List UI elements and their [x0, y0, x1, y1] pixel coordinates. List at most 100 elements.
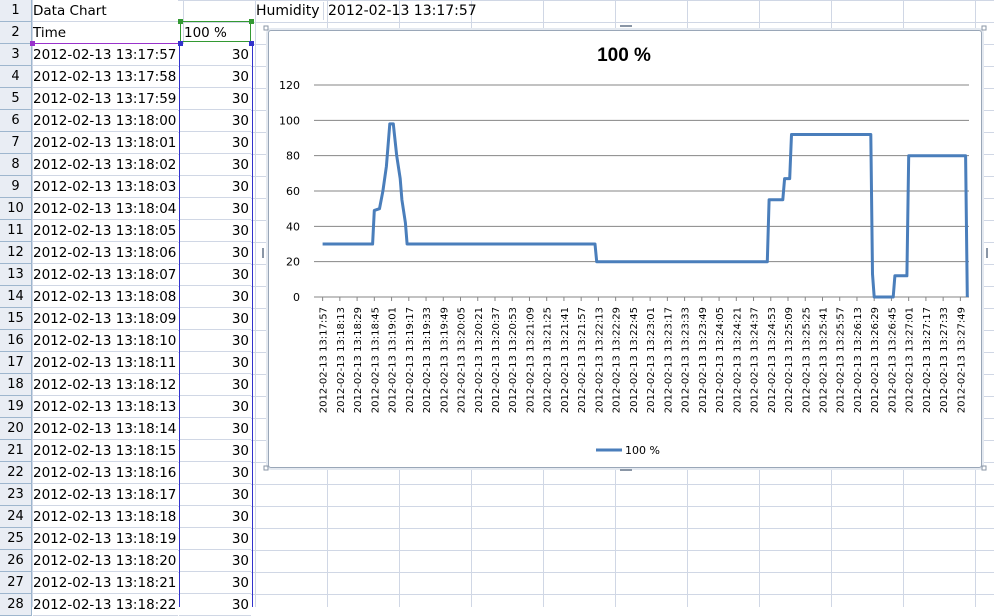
time-cell[interactable]: 2012-02-13 13:18:17 [33, 484, 178, 506]
time-cell[interactable]: 2012-02-13 13:18:22 [33, 594, 178, 616]
value-text: 30 [232, 399, 251, 415]
value-cell[interactable]: 30 [179, 550, 251, 572]
selected-cell-b2[interactable] [180, 21, 251, 42]
chart-object[interactable]: 100 %0204060801001202012-02-13 13:17:572… [262, 24, 988, 472]
time-cell[interactable]: 2012-02-13 13:18:19 [33, 528, 178, 550]
resize-handle [262, 248, 264, 258]
time-cell[interactable]: 2012-02-13 13:18:06 [33, 242, 178, 264]
y-tick-label: 40 [286, 220, 300, 233]
value-cell[interactable]: 30 [179, 220, 251, 242]
row-header[interactable]: 26 [0, 550, 32, 572]
time-cell[interactable]: 2012-02-13 13:18:12 [33, 374, 178, 396]
row-header[interactable]: 27 [0, 572, 32, 594]
row-header[interactable]: 7 [0, 132, 32, 154]
selection-handle[interactable] [249, 41, 254, 46]
cell-d1[interactable]: 2012-02-13 13:17:57 [328, 0, 477, 22]
row-header[interactable]: 14 [0, 286, 32, 308]
row-header[interactable]: 15 [0, 308, 32, 330]
row-header[interactable]: 23 [0, 484, 32, 506]
time-cell[interactable]: 2012-02-13 13:18:14 [33, 418, 178, 440]
value-cell[interactable]: 30 [179, 176, 251, 198]
row-header[interactable]: 1 [0, 0, 32, 22]
value-cell[interactable]: 30 [179, 44, 251, 66]
row-header[interactable]: 4 [0, 66, 32, 88]
time-cell[interactable]: 2012-02-13 13:18:00 [33, 110, 178, 132]
legend-label: 100 % [625, 444, 660, 457]
row-header[interactable]: 13 [0, 264, 32, 286]
time-cell[interactable]: 2012-02-13 13:18:01 [33, 132, 178, 154]
time-cell[interactable]: 2012-02-13 13:18:21 [33, 572, 178, 594]
x-tick-label: 2012-02-13 13:27:17 [922, 307, 933, 413]
value-cell[interactable]: 30 [179, 418, 251, 440]
value-cell[interactable]: 30 [179, 264, 251, 286]
row-header[interactable]: 5 [0, 88, 32, 110]
row-header[interactable]: 24 [0, 506, 32, 528]
x-tick-label: 2012-02-13 13:18:29 [353, 307, 364, 413]
value-cell[interactable]: 30 [179, 286, 251, 308]
time-cell[interactable]: 2012-02-13 13:18:07 [33, 264, 178, 286]
row-header[interactable]: 6 [0, 110, 32, 132]
time-cell[interactable]: 2012-02-13 13:17:57 [33, 44, 178, 66]
value-cell[interactable]: 30 [179, 506, 251, 528]
value-cell[interactable]: 30 [179, 572, 251, 594]
time-cell[interactable]: 2012-02-13 13:18:15 [33, 440, 178, 462]
value-cell[interactable]: 30 [179, 132, 251, 154]
time-cell[interactable]: 2012-02-13 13:18:16 [33, 462, 178, 484]
row-header[interactable]: 8 [0, 154, 32, 176]
value-cell[interactable]: 30 [179, 484, 251, 506]
row-header[interactable]: 20 [0, 418, 32, 440]
value-text: 30 [232, 113, 251, 129]
value-cell[interactable]: 30 [179, 440, 251, 462]
x-tick-label: 2012-02-13 13:20:37 [491, 307, 502, 413]
time-cell[interactable]: 2012-02-13 13:18:13 [33, 396, 178, 418]
time-cell[interactable]: 2012-02-13 13:17:58 [33, 66, 178, 88]
time-cell[interactable]: 2012-02-13 13:18:08 [33, 286, 178, 308]
time-cell[interactable]: 2012-02-13 13:18:02 [33, 154, 178, 176]
value-cell[interactable]: 30 [179, 462, 251, 484]
value-cell[interactable]: 30 [179, 374, 251, 396]
selection-handle[interactable] [30, 41, 35, 46]
row-header[interactable]: 19 [0, 396, 32, 418]
cell-a2[interactable]: Time [33, 22, 178, 44]
value-cell[interactable]: 30 [179, 528, 251, 550]
value-cell[interactable]: 30 [179, 308, 251, 330]
time-cell[interactable]: 2012-02-13 13:18:20 [33, 550, 178, 572]
value-cell[interactable]: 30 [179, 396, 251, 418]
row-header[interactable]: 16 [0, 330, 32, 352]
value-cell[interactable]: 30 [179, 66, 251, 88]
row-header[interactable]: 21 [0, 440, 32, 462]
row-header[interactable]: 9 [0, 176, 32, 198]
value-cell[interactable]: 30 [179, 88, 251, 110]
row-header[interactable]: 3 [0, 44, 32, 66]
cell-a1[interactable]: Data Chart [33, 0, 178, 22]
time-cell[interactable]: 2012-02-13 13:18:18 [33, 506, 178, 528]
selection-handle[interactable] [178, 19, 183, 24]
time-cell[interactable]: 2012-02-13 13:17:59 [33, 88, 178, 110]
value-cell[interactable]: 30 [179, 198, 251, 220]
value-cell[interactable]: 30 [179, 352, 251, 374]
x-tick-label: 2012-02-13 13:23:17 [663, 307, 674, 413]
time-cell[interactable]: 2012-02-13 13:18:11 [33, 352, 178, 374]
cell-c1[interactable]: Humidity [256, 0, 319, 22]
value-cell[interactable]: 30 [179, 594, 251, 616]
value-cell[interactable]: 30 [179, 330, 251, 352]
row-header[interactable]: 11 [0, 220, 32, 242]
value-cell[interactable]: 30 [179, 110, 251, 132]
row-header[interactable]: 18 [0, 374, 32, 396]
time-cell[interactable]: 2012-02-13 13:18:03 [33, 176, 178, 198]
value-cell[interactable]: 30 [179, 154, 251, 176]
row-header[interactable]: 25 [0, 528, 32, 550]
selection-handle[interactable] [249, 19, 254, 24]
time-cell[interactable]: 2012-02-13 13:18:04 [33, 198, 178, 220]
time-cell[interactable]: 2012-02-13 13:18:05 [33, 220, 178, 242]
row-header[interactable]: 12 [0, 242, 32, 264]
row-header[interactable]: 10 [0, 198, 32, 220]
row-header[interactable]: 2 [0, 22, 32, 44]
row-header[interactable]: 17 [0, 352, 32, 374]
time-cell[interactable]: 2012-02-13 13:18:09 [33, 308, 178, 330]
selection-handle[interactable] [178, 41, 183, 46]
row-header[interactable]: 28 [0, 594, 32, 616]
time-cell[interactable]: 2012-02-13 13:18:10 [33, 330, 178, 352]
row-header[interactable]: 22 [0, 462, 32, 484]
value-cell[interactable]: 30 [179, 242, 251, 264]
